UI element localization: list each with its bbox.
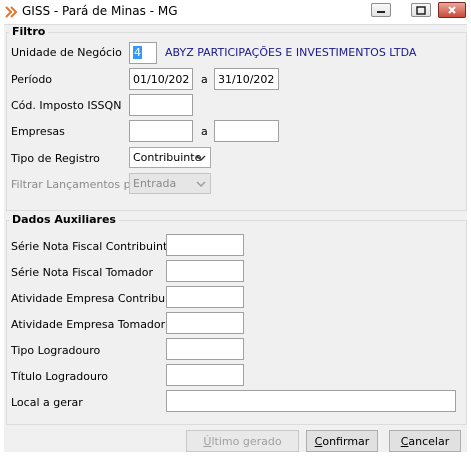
maximize-icon bbox=[416, 5, 426, 15]
atividade-contribuinte-field[interactable] bbox=[166, 286, 244, 308]
minimize-button[interactable] bbox=[371, 3, 391, 17]
titulo-logradouro-field[interactable] bbox=[166, 364, 244, 386]
unidade-label: Unidade de Negócio bbox=[11, 46, 122, 59]
app-icon bbox=[4, 5, 18, 19]
filtrar-value: Entrada bbox=[133, 177, 177, 190]
titulo-logradouro-label: Título Logradouro bbox=[11, 370, 108, 383]
window-title: GISS - Pará de Minas - MG bbox=[22, 4, 178, 18]
minimize-icon bbox=[377, 11, 385, 13]
window-frame-left bbox=[0, 24, 4, 456]
maximize-button[interactable] bbox=[411, 3, 431, 17]
cod-imposto-label: Cód. Imposto ISSQN bbox=[11, 99, 122, 112]
unidade-code-value: 4 bbox=[133, 46, 142, 59]
filtrar-label: Filtrar Lançamentos por bbox=[11, 178, 142, 191]
serie-tomador-field[interactable] bbox=[166, 260, 244, 282]
title-bar[interactable]: GISS - Pará de Minas - MG bbox=[0, 0, 471, 25]
serie-tomador-label: Série Nota Fiscal Tomador bbox=[11, 266, 154, 279]
empresas-label: Empresas bbox=[11, 125, 65, 138]
tipo-registro-value: Contribuinte bbox=[133, 151, 202, 164]
cancelar-label: Cancelar bbox=[400, 434, 450, 448]
periodo-separator: a bbox=[201, 73, 208, 86]
chevron-down-icon bbox=[196, 181, 206, 187]
cod-imposto-field[interactable] bbox=[129, 94, 193, 116]
cancelar-button[interactable]: Cancelar bbox=[389, 430, 461, 452]
ultimo-gerado-label: Último gerado bbox=[203, 434, 282, 448]
empresas-start-field[interactable] bbox=[129, 120, 193, 142]
tipo-registro-select[interactable]: Contribuinte bbox=[129, 147, 211, 168]
tipo-registro-label: Tipo de Registro bbox=[11, 152, 100, 165]
tipo-logradouro-label: Tipo Logradouro bbox=[11, 344, 101, 357]
chevron-down-icon bbox=[196, 155, 206, 161]
confirmar-label: Confirmar bbox=[314, 434, 370, 448]
local-gerar-field[interactable] bbox=[166, 390, 456, 412]
atividade-contribuinte-label: Atividade Empresa Contribuinte bbox=[11, 292, 187, 305]
serie-contribuinte-label: Série Nota Fiscal Contribuinte bbox=[11, 240, 175, 253]
close-button[interactable] bbox=[438, 2, 466, 18]
empresas-separator: a bbox=[201, 125, 208, 138]
periodo-end-field[interactable] bbox=[214, 68, 279, 90]
dados-auxiliares-title: Dados Auxiliares bbox=[9, 213, 119, 226]
atividade-tomador-field[interactable] bbox=[166, 312, 244, 334]
periodo-start-field[interactable] bbox=[129, 68, 193, 90]
serie-contribuinte-field[interactable] bbox=[166, 234, 244, 256]
filtrar-select[interactable]: Entrada bbox=[129, 173, 211, 194]
filtro-group-title: Filtro bbox=[9, 25, 49, 38]
unidade-name: ABYZ PARTICIPAÇÕES E INVESTIMENTOS LTDA bbox=[165, 46, 417, 59]
unidade-code-field[interactable]: 4 bbox=[129, 42, 157, 64]
periodo-label: Período bbox=[11, 73, 53, 86]
ultimo-gerado-button[interactable]: Último gerado bbox=[186, 430, 299, 452]
window-frame-right bbox=[467, 24, 471, 456]
window-frame-bottom bbox=[0, 452, 471, 456]
confirmar-button[interactable]: Confirmar bbox=[306, 430, 378, 452]
tipo-logradouro-field[interactable] bbox=[166, 338, 244, 360]
atividade-tomador-label: Atividade Empresa Tomador bbox=[11, 318, 166, 331]
empresas-end-field[interactable] bbox=[214, 120, 279, 142]
local-gerar-label: Local a gerar bbox=[11, 396, 83, 409]
close-icon bbox=[448, 6, 456, 14]
